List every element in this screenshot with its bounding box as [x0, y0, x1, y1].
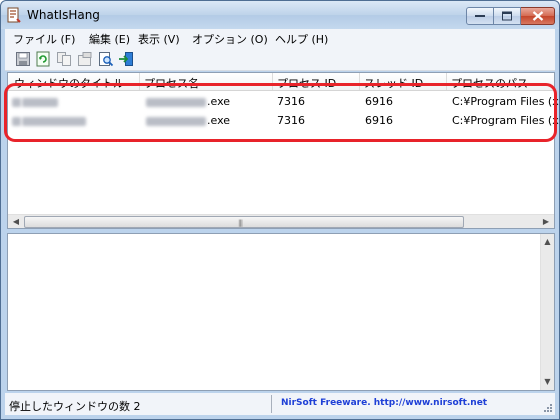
process-name-cell: .exe: [146, 114, 230, 127]
table-row[interactable]: .exe 7316 6916 C:¥Program Files (x: [8, 93, 559, 112]
window-list[interactable]: ウィンドウのタイトル プロセス名 プロセス ID スレッド ID プロセスのパス…: [7, 72, 559, 229]
menu-file[interactable]: ファイル (F): [13, 31, 75, 47]
main-window: WhatIsHang ファイル (F) 編集 (E) 表示 (V) オプション …: [0, 0, 560, 420]
blurred-text: [12, 116, 21, 126]
minimize-button[interactable]: [466, 7, 494, 25]
list-header: ウィンドウのタイトル プロセス名 プロセス ID スレッド ID プロセスのパス: [8, 73, 554, 91]
maximize-button[interactable]: [494, 7, 521, 25]
column-header-process-id[interactable]: プロセス ID: [277, 75, 336, 90]
menu-view[interactable]: 表示 (V): [138, 31, 180, 47]
menu-edit[interactable]: 編集 (E): [89, 31, 130, 47]
scroll-left-icon[interactable]: ◀: [9, 216, 23, 228]
blurred-text: [146, 116, 206, 126]
blurred-text: [12, 97, 21, 107]
column-divider[interactable]: [272, 73, 273, 90]
column-divider[interactable]: [359, 73, 360, 90]
scroll-down-icon[interactable]: ▼: [541, 375, 554, 389]
thread-id-cell: 6916: [365, 95, 393, 108]
grip-icon: |||: [238, 219, 243, 227]
process-name-cell: .exe: [146, 95, 230, 108]
scroll-right-icon[interactable]: ▶: [539, 216, 553, 228]
find-icon[interactable]: [98, 51, 114, 67]
scroll-up-icon[interactable]: ▲: [541, 235, 554, 249]
menu-bar: ファイル (F) 編集 (E) 表示 (V) オプション (O) ヘルプ (H): [5, 29, 555, 47]
process-name-suffix: .exe: [207, 95, 231, 108]
exit-icon[interactable]: [118, 51, 134, 67]
copy-icon[interactable]: [56, 51, 72, 67]
menu-help[interactable]: ヘルプ (H): [275, 31, 328, 47]
process-path-cell: C:¥Program Files (x: [452, 114, 559, 127]
properties-icon[interactable]: [77, 51, 93, 67]
column-header-process-path[interactable]: プロセスのパス: [451, 75, 528, 90]
blurred-text: [146, 97, 206, 107]
save-icon[interactable]: [15, 51, 31, 67]
hung-window-count: 停止したウィンドウの数 2: [9, 400, 141, 413]
close-button[interactable]: [521, 7, 555, 25]
horizontal-scrollbar[interactable]: ◀ ||| ▶: [8, 214, 554, 228]
blurred-text: [22, 116, 86, 126]
process-path-cell: C:¥Program Files (x: [452, 95, 559, 108]
window-title: WhatIsHang: [27, 8, 100, 22]
toolbar: [5, 47, 555, 71]
menu-options[interactable]: オプション (O): [192, 31, 268, 47]
column-divider[interactable]: [139, 73, 140, 90]
status-divider: [271, 395, 272, 413]
table-row[interactable]: .exe 7316 6916 C:¥Program Files (x: [8, 112, 559, 131]
details-pane[interactable]: ▲ ▼: [7, 233, 555, 391]
vertical-scrollbar[interactable]: ▲ ▼: [540, 234, 554, 390]
window-title-cell: [12, 95, 59, 108]
column-header-window-title[interactable]: ウィンドウのタイトル: [14, 75, 124, 90]
app-icon: [7, 7, 21, 23]
column-divider[interactable]: [446, 73, 447, 90]
resize-grip-icon[interactable]: [543, 403, 553, 413]
nirsoft-link[interactable]: NirSoft Freeware. http://www.nirsoft.net: [281, 398, 487, 408]
thread-id-cell: 6916: [365, 114, 393, 127]
column-header-thread-id[interactable]: スレッド ID: [364, 75, 423, 90]
process-name-suffix: .exe: [207, 114, 231, 127]
process-id-cell: 7316: [277, 95, 305, 108]
title-bar[interactable]: WhatIsHang: [1, 1, 559, 29]
refresh-icon[interactable]: [35, 51, 51, 67]
window-title-cell: [12, 114, 87, 127]
scrollbar-thumb[interactable]: |||: [24, 216, 464, 228]
blurred-text: [22, 97, 58, 107]
status-bar: 停止したウィンドウの数 2 NirSoft Freeware. http://w…: [5, 393, 555, 415]
process-id-cell: 7316: [277, 114, 305, 127]
column-header-process-name[interactable]: プロセス名: [144, 75, 199, 90]
